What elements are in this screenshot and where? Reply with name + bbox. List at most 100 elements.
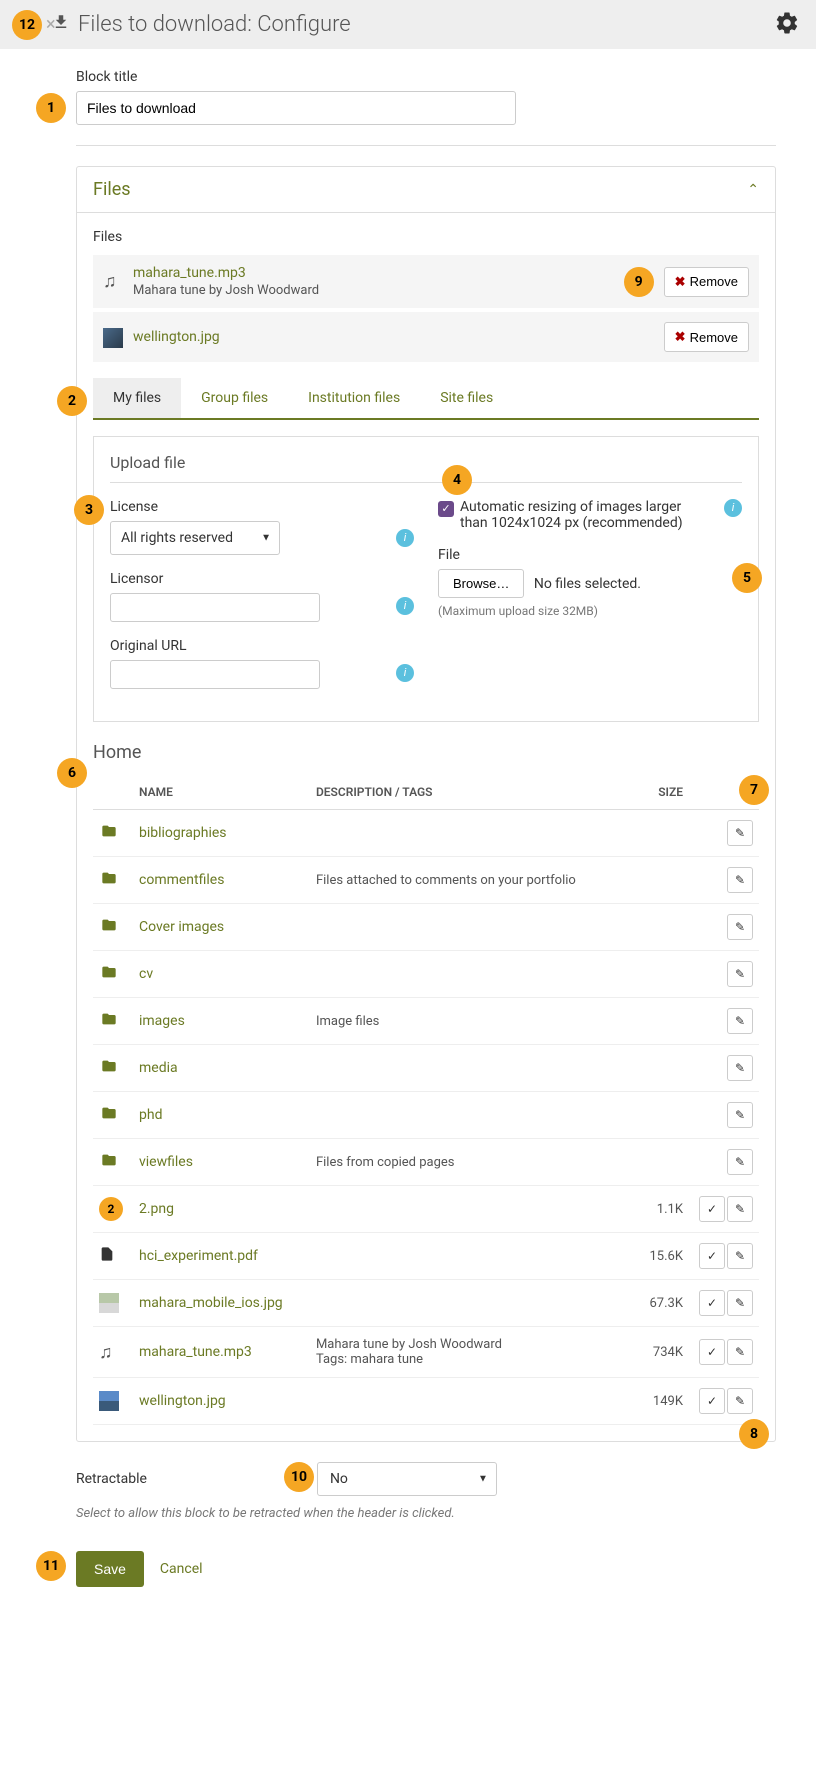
select-button[interactable]: ✓ xyxy=(699,1290,725,1316)
table-row: imagesImage files✎ xyxy=(93,998,759,1045)
edit-button[interactable]: ✎ xyxy=(727,1008,753,1034)
edit-button[interactable]: ✎ xyxy=(727,1243,753,1269)
license-select[interactable]: All rights reserved ▼ xyxy=(110,521,280,555)
selected-file-link[interactable]: mahara_tune.mp3 xyxy=(133,265,246,281)
file-item-link[interactable]: hci_experiment.pdf xyxy=(139,1248,258,1264)
selected-file-row: wellington.jpg ✖Remove xyxy=(93,312,759,362)
file-item-link[interactable]: mahara_mobile_ios.jpg xyxy=(139,1295,283,1311)
file-size-cell xyxy=(619,810,689,857)
tab-institution-files[interactable]: Institution files xyxy=(288,378,420,418)
edit-button[interactable]: ✎ xyxy=(727,1055,753,1081)
licensor-label: Licensor xyxy=(110,571,414,587)
folder-icon xyxy=(99,823,119,844)
file-desc-cell xyxy=(310,951,619,998)
remove-button[interactable]: ✖Remove xyxy=(664,322,749,352)
folder-icon xyxy=(99,1105,119,1126)
file-label: File xyxy=(438,547,742,563)
info-icon[interactable]: i xyxy=(396,664,414,682)
table-row: wellington.jpg 149K ✓✎ xyxy=(93,1378,759,1425)
select-button[interactable]: ✓ xyxy=(699,1388,725,1414)
table-row: bibliographies ✎ xyxy=(93,810,759,857)
file-item-link[interactable]: viewfiles xyxy=(139,1154,193,1170)
file-size-cell: 67.3K xyxy=(619,1280,689,1327)
edit-button[interactable]: ✎ xyxy=(727,1102,753,1128)
block-title-label: Block title xyxy=(76,69,776,85)
edit-button[interactable]: ✎ xyxy=(727,867,753,893)
tab-site-files[interactable]: Site files xyxy=(420,378,513,418)
info-icon[interactable]: i xyxy=(396,597,414,615)
annotation-badge-6: 6 xyxy=(57,758,87,788)
annotation-badge-10: 10 xyxy=(284,1462,314,1492)
file-item-link[interactable]: media xyxy=(139,1060,178,1076)
edit-button[interactable]: ✎ xyxy=(727,1290,753,1316)
breadcrumb: Home xyxy=(93,742,759,763)
file-size-cell xyxy=(619,904,689,951)
files-panel-header[interactable]: Files ⌃ xyxy=(77,167,775,212)
file-size-cell xyxy=(619,951,689,998)
auto-resize-label: Automatic resizing of images larger than… xyxy=(460,499,712,531)
edit-button[interactable]: ✎ xyxy=(727,1196,753,1222)
chevron-up-icon: ⌃ xyxy=(747,182,759,198)
file-item-link[interactable]: Cover images xyxy=(139,919,224,935)
edit-button[interactable]: ✎ xyxy=(727,1339,753,1365)
tab-group-files[interactable]: Group files xyxy=(181,378,288,418)
retractable-select[interactable]: No ▼ xyxy=(317,1462,497,1496)
file-browser-table: NAME DESCRIPTION / TAGS SIZE bibliograph… xyxy=(93,775,759,1425)
file-item-link[interactable]: bibliographies xyxy=(139,825,227,841)
col-size-header: SIZE xyxy=(619,775,689,810)
folder-icon xyxy=(99,964,119,985)
edit-button[interactable]: ✎ xyxy=(727,1149,753,1175)
tab-my-files[interactable]: My files xyxy=(93,378,181,418)
save-button[interactable]: Save xyxy=(76,1551,144,1587)
original-url-input[interactable] xyxy=(110,660,320,689)
file-item-link[interactable]: commentfiles xyxy=(139,872,224,888)
licensor-input[interactable] xyxy=(110,593,320,622)
table-row: cv ✎ xyxy=(93,951,759,998)
file-item-link[interactable]: wellington.jpg xyxy=(139,1393,226,1409)
edit-button[interactable]: ✎ xyxy=(727,914,753,940)
license-label: License xyxy=(110,499,414,515)
file-desc-cell xyxy=(310,1186,619,1233)
remove-button[interactable]: ✖Remove xyxy=(664,267,749,297)
retractable-label: Retractable xyxy=(76,1471,147,1487)
file-size-cell: 1.1K xyxy=(619,1186,689,1233)
annotation-badge-8: 8 xyxy=(739,1419,769,1449)
folder-icon xyxy=(99,1152,119,1173)
file-item-link[interactable]: 2.png xyxy=(139,1201,174,1217)
file-size-cell xyxy=(619,1045,689,1092)
image-thumb-icon xyxy=(99,1391,119,1411)
select-button[interactable]: ✓ xyxy=(699,1243,725,1269)
info-icon[interactable]: i xyxy=(724,499,742,517)
file-item-link[interactable]: mahara_tune.mp3 xyxy=(139,1344,252,1360)
table-row: mahara_mobile_ios.jpg 67.3K ✓✎ xyxy=(93,1280,759,1327)
select-button[interactable]: ✓ xyxy=(699,1196,725,1222)
col-name-header: NAME xyxy=(133,775,310,810)
close-icon[interactable]: × xyxy=(46,14,56,35)
retractable-help: Select to allow this block to be retract… xyxy=(76,1506,776,1521)
table-row: Cover images ✎ xyxy=(93,904,759,951)
caret-down-icon: ▼ xyxy=(261,533,271,544)
file-desc-cell xyxy=(310,1045,619,1092)
image-thumb-icon xyxy=(99,1293,119,1313)
auto-resize-checkbox[interactable]: ✓ xyxy=(438,501,454,517)
info-icon[interactable]: i xyxy=(396,529,414,547)
file-item-link[interactable]: images xyxy=(139,1013,185,1029)
browse-button[interactable]: Browse… xyxy=(438,569,524,598)
file-size-cell: 149K xyxy=(619,1378,689,1425)
file-item-link[interactable]: cv xyxy=(139,966,153,982)
block-title-input[interactable] xyxy=(76,91,516,125)
cancel-link[interactable]: Cancel xyxy=(160,1561,203,1577)
file-size-cell: 734K xyxy=(619,1327,689,1378)
table-row: hci_experiment.pdf15.6K✓✎ xyxy=(93,1233,759,1280)
select-button[interactable]: ✓ xyxy=(699,1339,725,1365)
original-url-label: Original URL xyxy=(110,638,414,654)
edit-button[interactable]: ✎ xyxy=(727,820,753,846)
document-icon xyxy=(99,1248,115,1269)
annotation-badge-9: 9 xyxy=(624,267,654,297)
edit-button[interactable]: ✎ xyxy=(727,961,753,987)
selected-file-link[interactable]: wellington.jpg xyxy=(133,329,220,345)
gear-icon[interactable] xyxy=(774,10,800,42)
table-row: ♫mahara_tune.mp3Mahara tune by Josh Wood… xyxy=(93,1327,759,1378)
edit-button[interactable]: ✎ xyxy=(727,1388,753,1414)
file-item-link[interactable]: phd xyxy=(139,1107,162,1123)
